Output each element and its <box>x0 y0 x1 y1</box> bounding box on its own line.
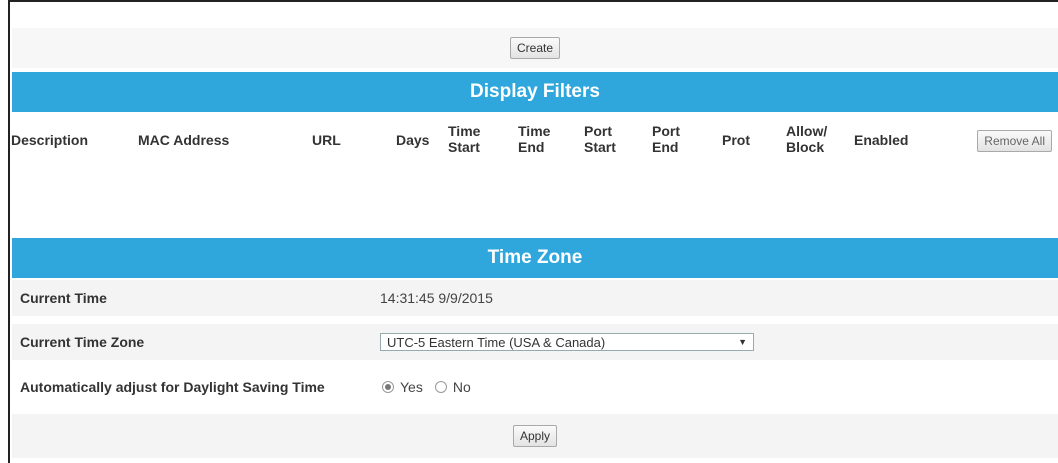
current-time-zone-label: Current Time Zone <box>20 334 145 350</box>
dst-no-radio[interactable] <box>434 381 447 393</box>
filters-table-header: Description MAC Address URL Days Time St… <box>2 120 1058 168</box>
create-row: Create <box>12 28 1058 68</box>
col-port-end: Port End <box>652 123 680 155</box>
current-time-value: 14:31:45 9/9/2015 <box>380 290 493 306</box>
col-port-start: Port Start <box>584 123 616 155</box>
col-prot: Prot <box>722 132 750 148</box>
apply-row: Apply <box>12 414 1058 458</box>
col-description: Description <box>11 132 89 148</box>
dst-row: Automatically adjust for Daylight Saving… <box>12 364 1058 410</box>
create-button[interactable]: Create <box>509 37 561 59</box>
col-allow-block: Allow/ Block <box>786 123 828 155</box>
time-zone-header: Time Zone <box>12 238 1058 278</box>
col-mac-address: MAC Address <box>138 132 230 148</box>
col-time-end: Time End <box>518 123 551 155</box>
apply-button[interactable]: Apply <box>512 425 558 447</box>
time-zone-selected-value: UTC-5 Eastern Time (USA & Canada) <box>387 334 606 350</box>
chevron-down-icon: ▼ <box>738 337 747 347</box>
remove-all-button[interactable]: Remove All <box>977 130 1052 152</box>
col-enabled: Enabled <box>854 132 909 148</box>
dst-radio-group: Yes No <box>382 379 471 395</box>
display-filters-header: Display Filters <box>12 72 1058 112</box>
current-time-label: Current Time <box>20 290 107 306</box>
col-time-start: Time Start <box>448 123 481 155</box>
dst-no-label: No <box>452 379 471 395</box>
filters-panel: Create Display Filters Description MAC A… <box>8 0 1058 463</box>
col-url: URL <box>312 132 341 148</box>
col-days: Days <box>396 132 430 148</box>
current-time-zone-row: Current Time Zone UTC-5 Eastern Time (US… <box>12 324 1058 360</box>
current-time-row: Current Time 14:31:45 9/9/2015 <box>12 280 1058 316</box>
dst-label: Automatically adjust for Daylight Saving… <box>20 378 325 395</box>
time-zone-select[interactable]: UTC-5 Eastern Time (USA & Canada) ▼ <box>380 333 754 351</box>
dst-yes-radio[interactable] <box>382 381 394 393</box>
dst-yes-label: Yes <box>400 379 423 395</box>
